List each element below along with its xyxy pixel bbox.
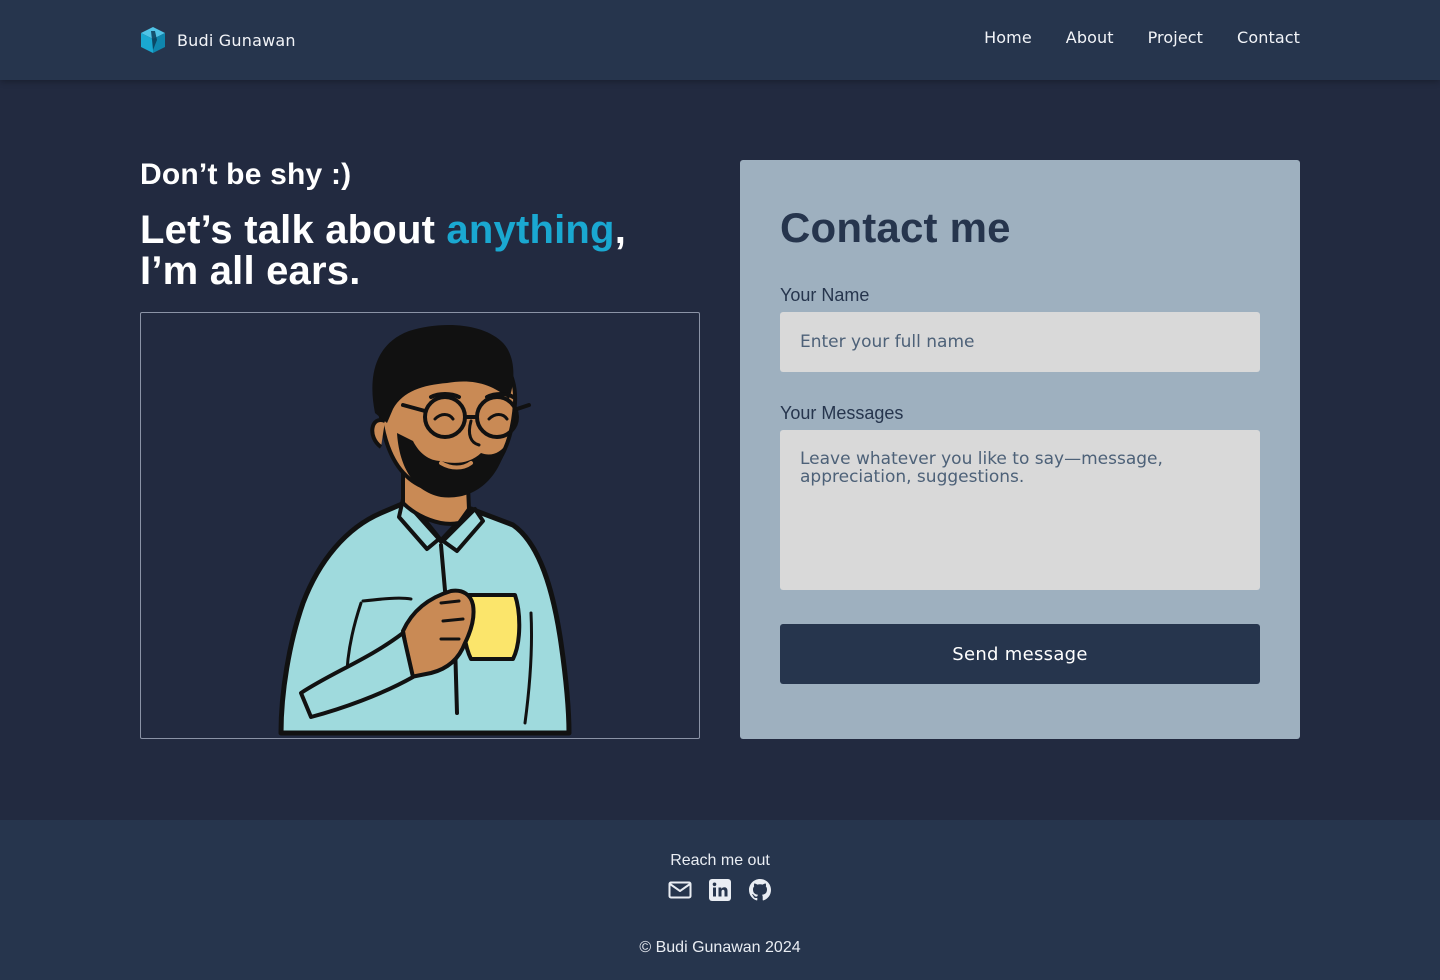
brand-name: Budi Gunawan <box>177 30 296 50</box>
nav-home[interactable]: Home <box>984 28 1032 47</box>
name-input[interactable] <box>780 312 1260 372</box>
site-header: Budi Gunawan Home About Project Contact <box>0 0 1440 80</box>
mail-link[interactable] <box>668 878 692 902</box>
name-label: Your Name <box>780 285 870 305</box>
message-label: Your Messages <box>780 403 904 423</box>
illustration-frame <box>140 312 700 739</box>
cube-logo-icon <box>141 27 165 53</box>
contact-card: Contact me Your Name Your Messages Send … <box>740 160 1300 739</box>
nav-about[interactable]: About <box>1066 28 1114 47</box>
send-message-button[interactable]: Send message <box>780 624 1260 684</box>
reach-label: Reach me out <box>670 852 770 869</box>
site-footer: Reach me out © Budi Gunawan 2024 <box>0 820 1440 980</box>
headline-line2: I’m all ears. <box>140 249 361 293</box>
github-link[interactable] <box>748 878 772 902</box>
linkedin-link[interactable] <box>708 878 732 902</box>
main-nav: Home About Project Contact <box>984 28 1300 47</box>
nav-project[interactable]: Project <box>1148 28 1203 47</box>
headline-suffix: , <box>614 208 627 252</box>
man-with-mug-illustration <box>278 325 572 736</box>
headline: Let’s talk about anything, I’m all ears. <box>140 210 700 292</box>
social-links <box>0 878 1440 902</box>
brand-link[interactable]: Budi Gunawan <box>140 26 296 54</box>
tagline: Don’t be shy :) <box>140 158 352 191</box>
github-icon <box>749 879 771 901</box>
contact-title: Contact me <box>780 204 1011 251</box>
linkedin-icon <box>709 879 731 901</box>
message-textarea[interactable] <box>780 430 1260 590</box>
headline-accent: anything <box>446 208 615 252</box>
nav-contact[interactable]: Contact <box>1237 28 1300 47</box>
copyright: © Budi Gunawan 2024 <box>639 939 801 956</box>
mail-icon <box>668 881 692 899</box>
headline-prefix: Let’s talk about <box>140 208 447 252</box>
